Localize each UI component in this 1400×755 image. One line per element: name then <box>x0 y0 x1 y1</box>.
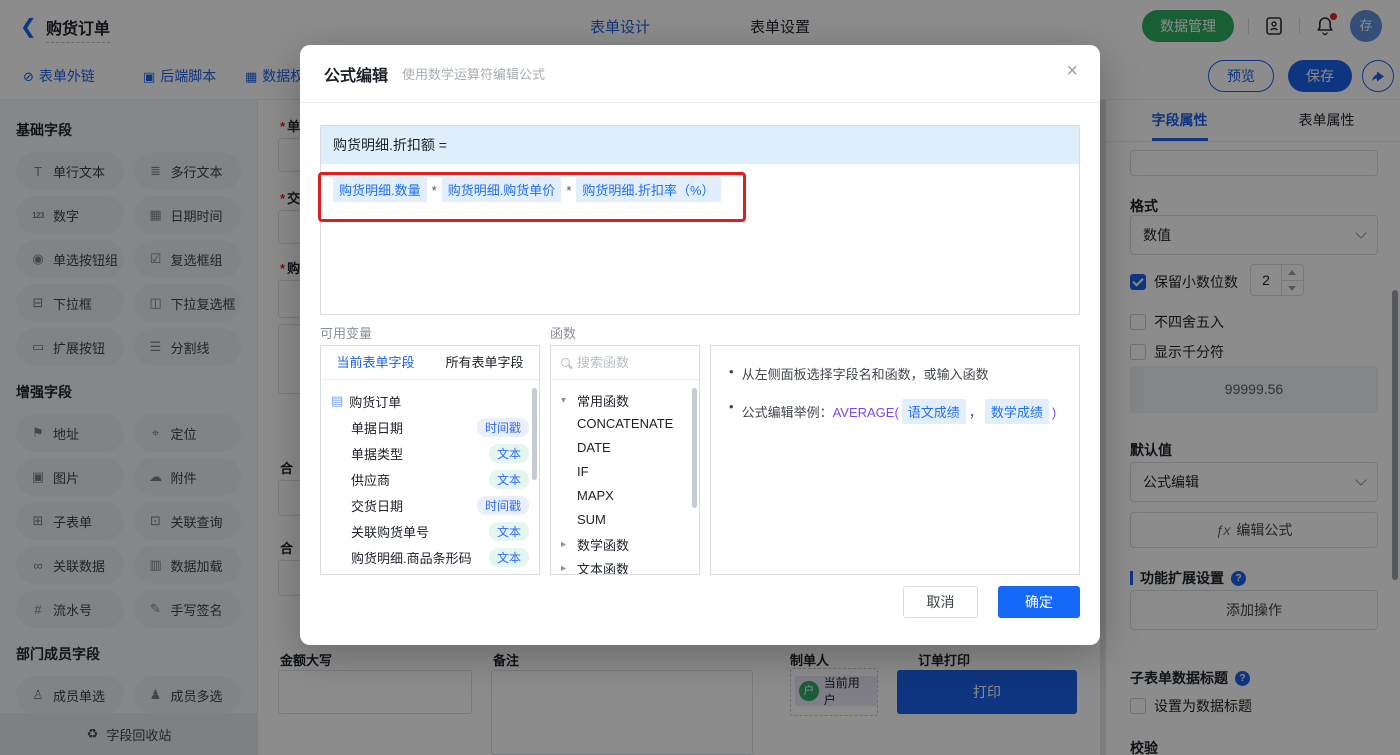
variable-name: 关联购货单号 <box>351 524 430 540</box>
functions-tree: ▾ 常用函数 CONCATENATE DATE IF MAPX SUM ▸ 数学函数 ▸ 文本函数 <box>551 380 699 575</box>
formula-token-line: 购货明细.数量 * 购货明细.购货单价 * 购货明细.折扣率（%） <box>330 177 1070 202</box>
variable-type-badge: 文本 <box>488 547 529 567</box>
document-icon: ▤ <box>331 393 344 408</box>
confirm-button[interactable]: 确定 <box>998 586 1080 618</box>
tip-line-2: 公式编辑举例：AVERAGE(语文成绩，数学成绩) <box>725 399 1065 424</box>
variable-type-badge: 文本 <box>488 469 529 489</box>
formula-target: 购货明细.折扣额 = <box>321 126 1079 164</box>
variables-panel: 当前表单字段 所有表单字段 ▤ 购货订单 单据日期 时间戳 单据类型 文本 供应商 文本交… <box>320 345 540 575</box>
variable-type-badge: 时间戳 <box>476 417 529 437</box>
modal-title: 公式编辑 <box>324 67 389 85</box>
chevron-right-icon: ▸ <box>561 562 567 574</box>
functions-panel: ▾ 常用函数 CONCATENATEDATEIFMAPXSUM ▸ 数学函数 ▸ 文本函数 <box>550 345 700 575</box>
example-args: 语文成绩，数学成绩 <box>899 399 1052 424</box>
chevron-right-icon: ▸ <box>561 538 567 550</box>
example-field-chip: 数学成绩 <box>984 399 1049 424</box>
function-group-name: 数学函数 <box>577 537 630 553</box>
variables-scrollbar[interactable] <box>532 388 537 480</box>
operator: * <box>566 183 572 198</box>
formula-token[interactable]: 购货明细.折扣率（%） <box>576 177 721 202</box>
formula-editor-modal: 公式编辑 使用数学运算符编辑公式 × 购货明细.折扣额 = 购货明细.数量 * 购货… <box>300 45 1100 645</box>
variable-type-badge: 文本 <box>488 521 529 541</box>
chevron-down-icon: ▾ <box>561 394 567 406</box>
variable-name: 单据类型 <box>351 446 404 462</box>
function-group[interactable]: ▸ 数学函数 <box>561 532 689 556</box>
variable-field-row[interactable]: 供应商 文本 <box>331 466 529 492</box>
function-item[interactable]: DATE <box>561 436 689 460</box>
function-item[interactable]: SUM <box>561 508 689 532</box>
tab-current-form-fields[interactable]: 当前表单字段 <box>321 346 430 379</box>
function-group[interactable]: ▾ 常用函数 <box>561 388 689 412</box>
variable-type-badge: 时间戳 <box>476 495 529 515</box>
modal-footer: 取消 确定 <box>903 586 1080 618</box>
variable-field-row[interactable]: 关联购货单号 文本 <box>331 518 529 544</box>
function-item[interactable]: IF <box>561 460 689 484</box>
function-item[interactable]: MAPX <box>561 484 689 508</box>
formula-input-area[interactable]: 购货明细.数量 * 购货明细.购货单价 * 购货明细.折扣率（%） <box>321 164 1079 215</box>
function-search-input[interactable] <box>577 355 689 370</box>
tip-line-1: 从左侧面板选择字段名和函数，或输入函数 <box>725 364 1065 383</box>
variable-type-badge: 文本 <box>488 443 529 463</box>
cancel-button[interactable]: 取消 <box>903 586 978 618</box>
function-item[interactable]: CONCATENATE <box>561 412 689 436</box>
tab-all-form-fields[interactable]: 所有表单字段 <box>430 346 539 379</box>
function-search[interactable] <box>551 346 699 380</box>
variable-field-row[interactable]: 单据类型 文本 <box>331 440 529 466</box>
variable-rows: 单据日期 时间戳 单据类型 文本 供应商 文本 交货日期 时间戳 关联购货单号 文本 购货明细.商品… <box>331 414 529 570</box>
operator: * <box>431 183 437 198</box>
function-group-name: 文本函数 <box>577 561 630 575</box>
formula-editor-box: 购货明细.折扣额 = 购货明细.数量 * 购货明细.购货单价 * 购货明细.折扣率（%） <box>320 125 1080 315</box>
modal-subtitle: 使用数学运算符编辑公式 <box>402 67 546 82</box>
example-field-chip: 语文成绩 <box>901 399 966 424</box>
variable-field-row[interactable]: 单据日期 时间戳 <box>331 414 529 440</box>
variable-name: 交货日期 <box>351 498 404 514</box>
example-comma: ， <box>968 405 982 420</box>
function-group[interactable]: ▸ 文本函数 <box>561 556 689 575</box>
formula-token[interactable]: 购货明细.数量 <box>333 177 427 202</box>
function-group-name: 常用函数 <box>577 393 630 409</box>
app-root: ❮ 购货订单 表单设计 表单设置 数据管理 存 ⊘ 表单外链 ▣ 后端脚本 ▦ 数据权… <box>0 0 1400 755</box>
variables-tabs: 当前表单字段 所有表单字段 <box>321 346 539 380</box>
variables-tree: ▤ 购货订单 单据日期 时间戳 单据类型 文本 供应商 文本 交货日期 时间戳 关联购货单号 文本… <box>321 380 539 574</box>
variable-field-row[interactable]: 交货日期 时间戳 <box>331 492 529 518</box>
functions-scrollbar[interactable] <box>692 388 697 508</box>
variable-name: 单据日期 <box>351 420 404 436</box>
variables-label: 可用变量 <box>320 326 373 341</box>
variable-field-row[interactable]: 购货明细.商品条形码 文本 <box>331 544 529 570</box>
close-icon[interactable]: × <box>1066 61 1078 81</box>
functions-label: 函数 <box>550 326 577 341</box>
modal-header: 公式编辑 使用数学运算符编辑公式 × <box>300 45 1100 103</box>
formula-token[interactable]: 购货明细.购货单价 <box>441 177 562 202</box>
form-root-node[interactable]: ▤ 购货订单 <box>331 388 529 414</box>
variable-name: 供应商 <box>351 472 391 488</box>
variable-name: 购货明细.商品条形码 <box>351 550 472 566</box>
example-function-name: AVERAGE( <box>832 405 899 420</box>
tips-panel: 从左侧面板选择字段名和函数，或输入函数 公式编辑举例：AVERAGE(语文成绩，… <box>710 345 1080 575</box>
search-icon <box>561 358 570 367</box>
